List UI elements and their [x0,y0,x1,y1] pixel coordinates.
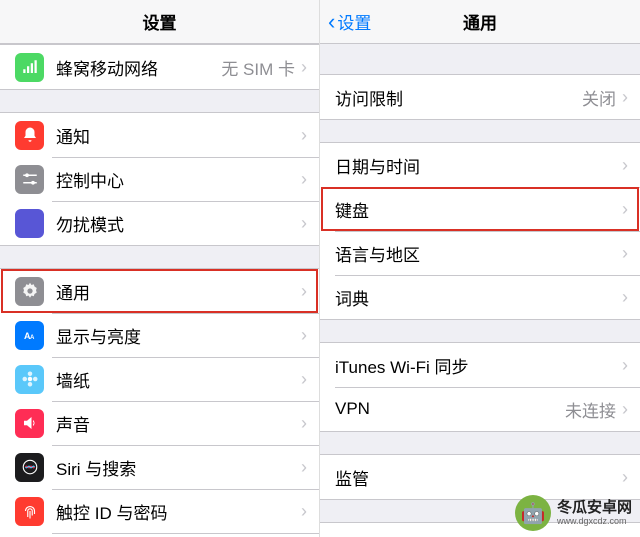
settings-group: 访问限制关闭 › [320,74,640,120]
nav-title: 通用 [463,9,497,34]
chevron-right-icon: › [622,156,628,174]
siri-icon [15,453,44,482]
settings-row-vpn[interactable]: VPN未连接 › [320,387,640,431]
row-label: 通用 [56,279,301,304]
watermark-name: 冬瓜安卓网 [557,500,632,517]
chevron-left-icon: ‹ [328,11,335,33]
row-label: 勿扰模式 [56,211,301,236]
row-label: iTunes Wi-Fi 同步 [335,353,622,378]
flower-icon [15,365,44,394]
row-label: 控制中心 [56,167,301,192]
settings-row-general[interactable]: 通用› [0,269,319,313]
bell-icon [15,121,44,150]
navbar: ‹ 设置 通用 [320,0,640,44]
aa-icon: AA [15,321,44,350]
chevron-right-icon: › [622,356,628,374]
settings-row-dnd[interactable]: 勿扰模式› [0,201,319,245]
settings-group: 蜂窝移动网络无 SIM 卡 › [0,44,319,90]
settings-row-language[interactable]: 语言与地区› [320,231,640,275]
settings-row-display[interactable]: AA 显示与亮度› [0,313,319,357]
settings-group: 通用›AA显示与亮度›墙纸›声音›Siri 与搜索›触控 ID 与密码›SOSS… [0,268,319,537]
row-label: Siri 与搜索 [56,455,301,480]
settings-row-sos[interactable]: SOSSOS 紧急联络› [0,533,319,537]
chevron-right-icon: › [301,502,307,520]
row-value: 未连接 [565,397,616,422]
chevron-right-icon: › [622,88,628,106]
row-label: 通知 [56,123,301,148]
settings-row-dictionary[interactable]: 词典› [320,275,640,319]
settings-group: 通知›控制中心›勿扰模式› [0,112,319,246]
settings-row-datetime[interactable]: 日期与时间› [320,143,640,187]
settings-group: 监管› [320,454,640,500]
chevron-right-icon: › [301,126,307,144]
chevron-right-icon: › [301,458,307,476]
row-label: 监管 [335,465,622,490]
chevron-right-icon: › [301,214,307,232]
chevron-right-icon: › [301,414,307,432]
row-value: 关闭 [582,85,616,110]
row-label: 语言与地区 [335,241,622,266]
settings-row-sound[interactable]: 声音› [0,401,319,445]
settings-row-touchid[interactable]: 触控 ID 与密码› [0,489,319,533]
row-label: 词典 [335,285,622,310]
nav-title: 设置 [143,9,177,34]
settings-root-screen: 设置 蜂窝移动网络无 SIM 卡›通知›控制中心›勿扰模式›通用›AA显示与亮度… [0,0,320,537]
row-label: 触控 ID 与密码 [56,499,301,524]
row-label: 蜂窝移动网络 [56,55,221,80]
row-label: 声音 [56,411,301,436]
svg-text:A: A [30,335,35,341]
chevron-right-icon: › [301,170,307,188]
settings-row-control-center[interactable]: 控制中心› [0,157,319,201]
row-label: 键盘 [335,197,622,222]
moon-icon [15,209,44,238]
settings-row-restrictions[interactable]: 访问限制关闭 › [320,75,640,119]
chevron-right-icon: › [622,468,628,486]
watermark-url: www.dgxcdz.com [557,516,632,526]
chevron-right-icon: › [622,244,628,262]
row-label: 还原 [335,533,622,537]
back-button[interactable]: ‹ 设置 [328,9,371,34]
row-label: 墙纸 [56,367,301,392]
chevron-right-icon: › [622,288,628,306]
settings-row-cellular[interactable]: 蜂窝移动网络无 SIM 卡 › [0,45,319,89]
android-icon: 🤖 [515,495,551,531]
settings-group: iTunes Wi-Fi 同步›VPN未连接› [320,342,640,432]
chevron-right-icon: › [301,326,307,344]
chevron-right-icon: › [301,282,307,300]
settings-row-wallpaper[interactable]: 墙纸› [0,357,319,401]
gear-icon [15,277,44,306]
settings-group: 日期与时间›键盘›语言与地区›词典› [320,142,640,320]
settings-row-siri[interactable]: Siri 与搜索› [0,445,319,489]
general-screen: ‹ 设置 通用 访问限制关闭›日期与时间›键盘›语言与地区›词典›iTunes … [320,0,640,537]
navbar: 设置 [0,0,319,44]
chevron-right-icon: › [301,58,307,76]
chevron-right-icon: › [622,400,628,418]
settings-row-itunes-wifi[interactable]: iTunes Wi-Fi 同步› [320,343,640,387]
watermark: 🤖 冬瓜安卓网 www.dgxcdz.com [515,495,632,531]
back-label: 设置 [337,9,371,34]
row-label: 显示与亮度 [56,323,301,348]
settings-row-profiles[interactable]: 监管› [320,455,640,499]
chevron-right-icon: › [622,200,628,218]
cellular-icon [15,53,44,82]
speaker-icon [15,409,44,438]
row-value: 无 SIM 卡 [221,55,295,80]
row-label: VPN [335,399,565,419]
chevron-right-icon: › [301,370,307,388]
row-label: 访问限制 [335,85,582,110]
row-label: 日期与时间 [335,153,622,178]
settings-row-keyboard[interactable]: 键盘› [320,187,640,231]
sliders-icon [15,165,44,194]
fingerprint-icon [15,497,44,526]
settings-row-notifications[interactable]: 通知› [0,113,319,157]
